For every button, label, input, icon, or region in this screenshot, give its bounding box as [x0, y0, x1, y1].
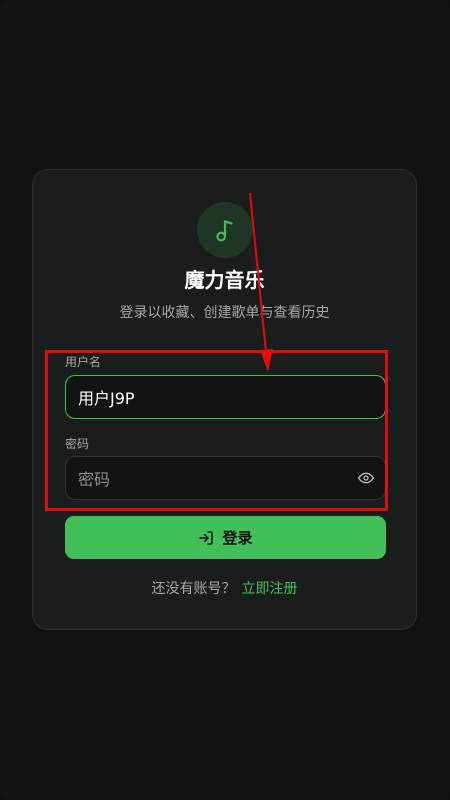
login-screen: 魔力音乐 登录以收藏、创建歌单与查看历史 用户名 用户J9P 密码 密码 登录 … — [0, 0, 450, 800]
music-note-icon — [216, 220, 233, 242]
login-icon — [199, 530, 214, 545]
login-button-label: 登录 — [222, 529, 253, 547]
app-subtitle: 登录以收藏、创建歌单与查看历史 — [119, 305, 330, 321]
register-link[interactable]: 立即注册 — [242, 581, 298, 597]
register-prompt: 还没有账号？ 立即注册 — [33, 578, 416, 598]
app-title: 魔力音乐 — [184, 268, 265, 292]
login-button[interactable]: 登录 — [65, 516, 386, 559]
app-logo — [197, 202, 253, 258]
annotation-highlight-box — [45, 350, 388, 511]
register-prompt-text: 还没有账号？ — [151, 581, 236, 597]
